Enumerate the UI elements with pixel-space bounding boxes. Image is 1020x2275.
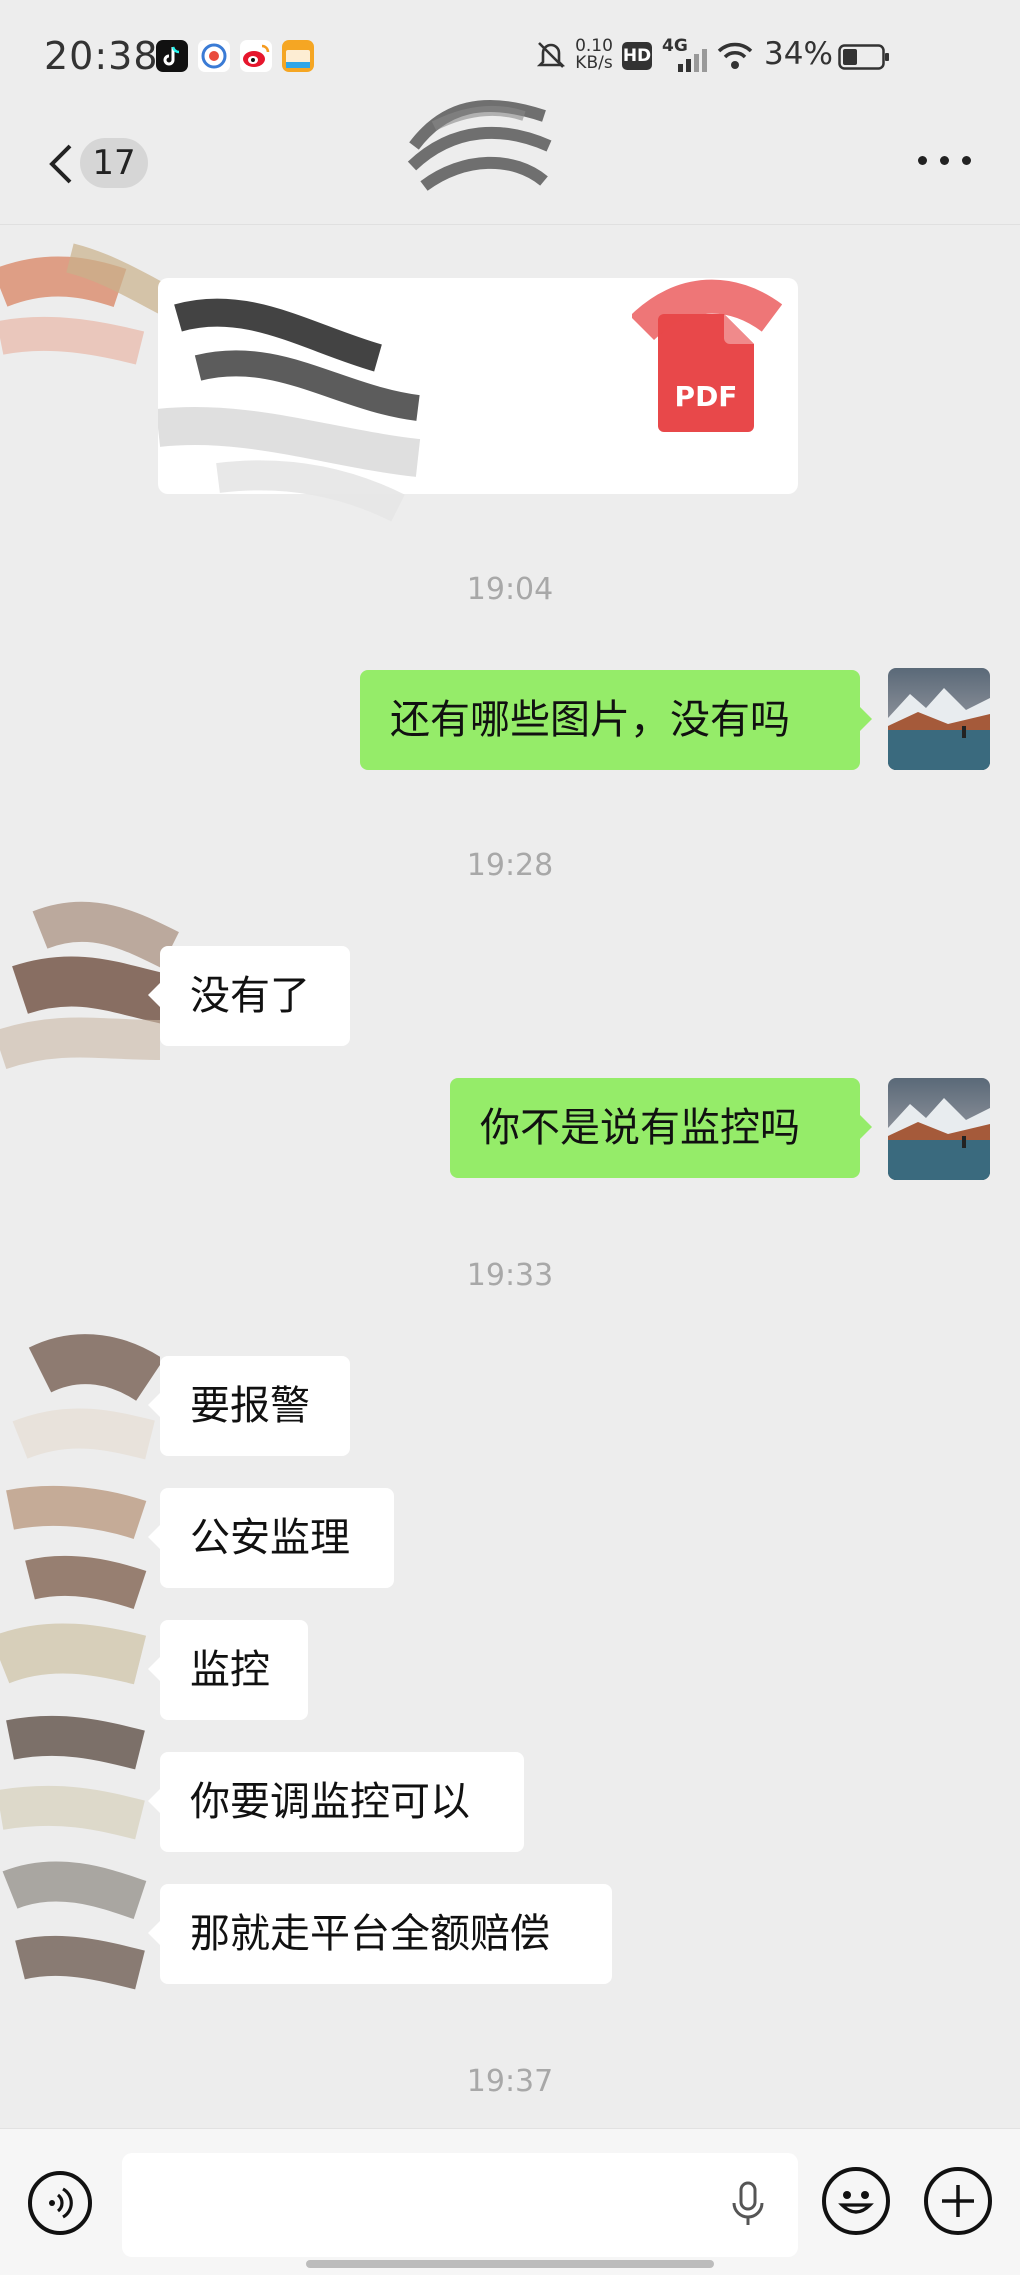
status-time: 20:38 [44, 34, 159, 78]
tiktok-icon [156, 40, 188, 72]
incoming-message-bubble[interactable]: 监控 [148, 1620, 308, 1720]
shopping-app-icon [282, 40, 314, 72]
hd-badge: HD [622, 42, 652, 70]
incoming-message-bubble[interactable]: 要报警 [148, 1356, 350, 1456]
network-speed-unit: KB/s [575, 53, 613, 73]
contact-avatar-redacted [0, 1330, 164, 2030]
timestamp: 19:28 [466, 848, 554, 883]
message-input[interactable] [122, 2153, 798, 2257]
timestamp: 19:04 [466, 572, 554, 607]
network-speed: 0.10 KB/s [574, 38, 614, 72]
outgoing-message-bubble[interactable]: 你不是说有监控吗 [450, 1078, 872, 1178]
timestamp: 19:37 [466, 2064, 554, 2099]
battery-percent: 34% [764, 36, 833, 72]
weibo-icon [240, 40, 272, 72]
redacted-file-name [155, 278, 578, 522]
incoming-message-bubble[interactable]: 公安监理 [148, 1488, 394, 1588]
more-options-icon[interactable] [918, 150, 972, 170]
header-divider [0, 224, 1020, 225]
wifi-icon [716, 40, 754, 72]
voice-mode-icon[interactable] [28, 2171, 92, 2235]
timestamp: 19:33 [466, 1258, 554, 1293]
home-indicator[interactable] [306, 2260, 714, 2268]
microphone-icon[interactable] [728, 2179, 768, 2229]
battery-icon [838, 44, 890, 70]
self-avatar[interactable] [888, 1078, 990, 1180]
chat-input-bar [0, 2128, 1020, 2275]
mute-bell-icon [534, 38, 568, 72]
add-attachment-icon[interactable] [924, 2167, 992, 2235]
unread-count-badge[interactable]: 17 [80, 138, 148, 188]
incoming-message-bubble[interactable]: 你要调监控可以 [148, 1752, 524, 1852]
browser-icon [198, 40, 230, 72]
incoming-message-bubble[interactable]: 没有了 [148, 946, 350, 1046]
self-avatar[interactable] [888, 668, 990, 770]
emoji-icon[interactable] [822, 2167, 890, 2235]
redacted-contact-name [404, 86, 554, 216]
outgoing-message-bubble[interactable]: 还有哪些图片，没有吗 [360, 670, 872, 770]
redacted-file-icon-scribble [629, 278, 783, 388]
signal-icon: 4G [662, 36, 710, 72]
file-message-card[interactable]: PDF [155, 278, 798, 522]
incoming-message-bubble[interactable]: 那就走平台全额赔偿 [148, 1884, 612, 1984]
